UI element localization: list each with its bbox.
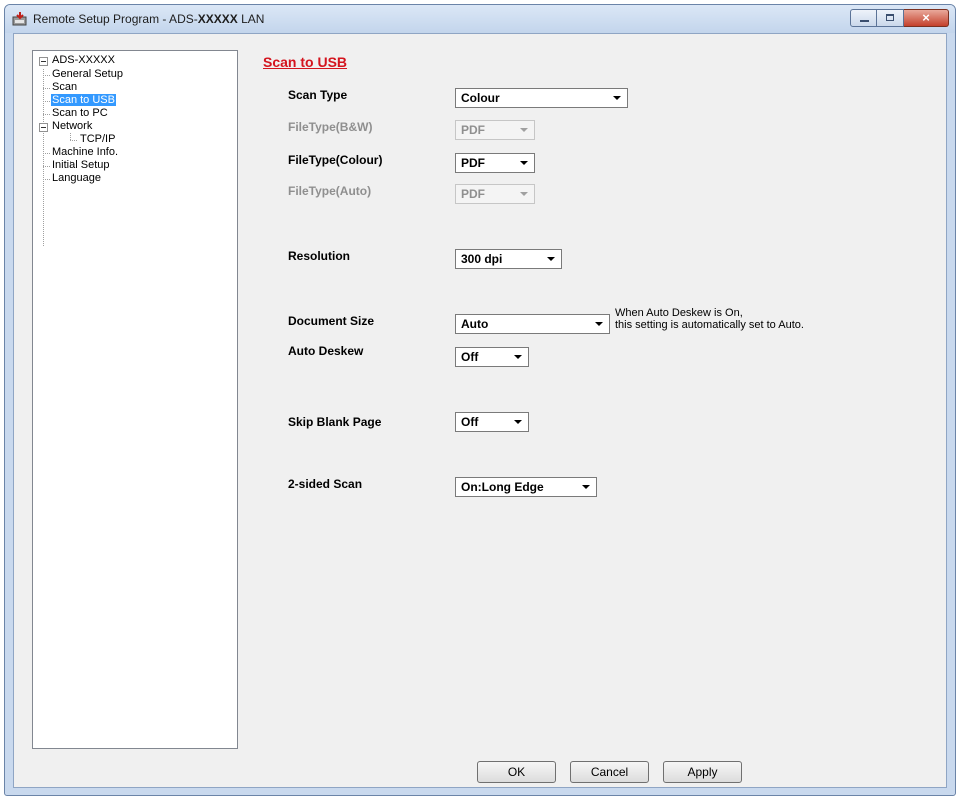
skip-blank-page-select[interactable]: Off [455,412,529,432]
tree-item-general-setup[interactable]: General Setup [51,68,124,81]
tree-item-label: TCP/IP [80,133,116,145]
window-title: Remote Setup Program - ADS-XXXXX LAN [33,12,265,26]
filetype-auto-value: PDF [461,187,485,201]
tree-connector [70,140,77,141]
note-line: When Auto Deskew is On, [615,307,743,319]
tree-item-label: ADS-XXXXX [52,54,115,66]
tree-connector [43,69,44,246]
tree-item-label: Machine Info. [52,146,119,158]
two-sided-scan-value: On:Long Edge [461,480,544,494]
tree-item-machine-info[interactable]: Machine Info. [51,146,119,159]
app-window: Remote Setup Program - ADS-XXXXX LAN × A… [4,4,956,796]
chevron-down-icon [520,128,528,132]
title-bar[interactable]: Remote Setup Program - ADS-XXXXX LAN × [5,5,955,33]
auto-deskew-value: Off [461,350,479,364]
filetype-bw-value: PDF [461,123,485,137]
maximize-button[interactable] [877,9,904,27]
skip-blank-page-label: Skip Blank Page [288,415,382,429]
tree-item-initial-setup[interactable]: Initial Setup [51,159,110,172]
filetype-auto-select: PDF [455,184,535,204]
tree-connector [43,153,50,154]
app-icon [12,12,27,26]
tree-item-scan-to-pc[interactable]: Scan to PC [51,107,109,120]
filetype-colour-select[interactable]: PDF [455,153,535,173]
settings-tree[interactable]: ADS-XXXXX General Setup Scan Scan to USB… [32,50,238,749]
note-line: this setting is automatically set to Aut… [615,319,804,331]
client-area: ADS-XXXXX General Setup Scan Scan to USB… [13,33,947,788]
cancel-button[interactable]: Cancel [570,761,649,783]
resolution-select[interactable]: 300 dpi [455,249,562,269]
close-button[interactable]: × [904,9,949,27]
close-icon: × [922,10,930,25]
minimize-icon [860,20,869,22]
tree-item-language[interactable]: Language [51,172,102,185]
section-title: Scan to USB [263,54,348,70]
maximize-icon [886,14,894,21]
tree-item-label: Scan [52,81,78,93]
collapse-icon[interactable] [39,123,48,132]
filetype-colour-value: PDF [461,156,485,170]
filetype-auto-label: FileType(Auto) [288,184,372,198]
collapse-icon[interactable] [39,57,48,66]
tree-connector [70,133,71,140]
tree-item-label: Scan to USB [51,94,116,106]
tree-connector [43,75,50,76]
tree-item-label: General Setup [52,68,123,80]
apply-button[interactable]: Apply [663,761,742,783]
two-sided-scan-select[interactable]: On:Long Edge [455,477,597,497]
skip-blank-page-value: Off [461,415,479,429]
chevron-down-icon [514,420,522,424]
tree-item-label: Network [52,120,93,132]
chevron-down-icon [547,257,555,261]
tree-item-label: Scan to PC [52,107,108,119]
tree-connector [43,114,50,115]
resolution-value: 300 dpi [461,252,503,266]
caption-buttons: × [850,9,949,28]
minimize-button[interactable] [850,9,877,27]
two-sided-scan-label: 2-sided Scan [288,477,363,491]
tree-connector [43,179,50,180]
document-size-label: Document Size [288,314,375,328]
tree-item-label: Language [52,172,101,184]
tree-connector [43,166,50,167]
tree-connector [43,101,50,102]
tree-item-scan-to-usb[interactable]: Scan to USB [51,94,116,107]
scan-type-value: Colour [461,91,500,105]
ok-button[interactable]: OK [477,761,556,783]
tree-item-network[interactable]: Network [51,120,93,133]
tree-item-tcp-ip[interactable]: TCP/IP [79,133,116,146]
tree-item-root[interactable]: ADS-XXXXX [51,54,116,67]
scan-type-label: Scan Type [288,88,348,102]
document-size-select[interactable]: Auto [455,314,610,334]
chevron-down-icon [613,96,621,100]
filetype-bw-select: PDF [455,120,535,140]
auto-deskew-label: Auto Deskew [288,344,364,358]
chevron-down-icon [595,322,603,326]
filetype-colour-label: FileType(Colour) [288,153,383,167]
document-size-note: When Auto Deskew is On, this setting is a… [615,307,804,331]
resolution-label: Resolution [288,249,350,263]
tree-item-scan[interactable]: Scan [51,81,78,94]
auto-deskew-select[interactable]: Off [455,347,529,367]
document-size-value: Auto [461,317,489,331]
chevron-down-icon [582,485,590,489]
chevron-down-icon [520,161,528,165]
filetype-bw-label: FileType(B&W) [288,120,373,134]
chevron-down-icon [520,192,528,196]
scan-type-select[interactable]: Colour [455,88,628,108]
chevron-down-icon [514,355,522,359]
tree-connector [43,88,50,89]
tree-item-label: Initial Setup [52,159,110,171]
